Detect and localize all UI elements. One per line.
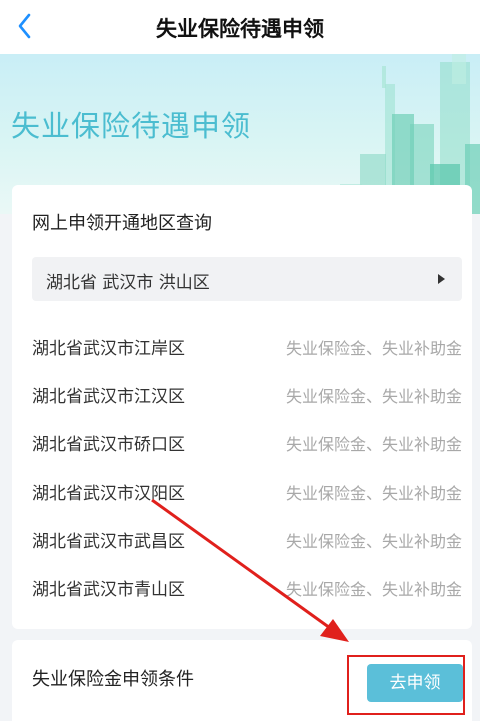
region-row: 湖北省武汉市汉阳区 失业保险金、失业补助金	[32, 475, 462, 505]
page-title: 失业保险待遇申领	[156, 17, 324, 41]
region-selector[interactable]: 湖北省 武汉市 洪山区	[32, 257, 462, 301]
region-name: 湖北省武汉市汉阳区	[32, 484, 185, 504]
apply-button[interactable]: 去申领	[367, 664, 463, 702]
region-query-card: 网上申领开通地区查询 湖北省 武汉市 洪山区 湖北省武汉市江岸区 失业保险金、失…	[12, 185, 472, 629]
benefit-type: 失业保险金、失业补助金	[285, 435, 462, 454]
region-row: 湖北省武汉市青山区 失业保险金、失业补助金	[32, 571, 462, 601]
banner-title: 失业保险待遇申领	[11, 109, 252, 143]
selected-region: 湖北省 武汉市 洪山区	[46, 273, 210, 293]
region-row: 湖北省武汉市江汉区 失业保险金、失业补助金	[32, 378, 462, 408]
top-nav-bar: 失业保险待遇申领	[0, 0, 480, 54]
apply-conditions-label: 失业保险金申领条件	[32, 669, 194, 690]
region-name: 湖北省武汉市青山区	[32, 580, 185, 600]
region-name: 湖北省武汉市硚口区	[32, 435, 185, 455]
benefit-type: 失业保险金、失业补助金	[285, 339, 462, 358]
region-row: 湖北省武汉市江岸区 失业保险金、失业补助金	[32, 330, 462, 360]
benefit-type: 失业保险金、失业补助金	[285, 532, 462, 551]
triangle-right-icon	[438, 274, 445, 284]
region-row: 湖北省武汉市武昌区 失业保险金、失业补助金	[32, 523, 462, 553]
highlight-box: 去申领	[347, 655, 465, 715]
region-name: 湖北省武汉市江岸区	[32, 339, 185, 359]
region-query-title: 网上申领开通地区查询	[32, 213, 212, 234]
benefit-type: 失业保险金、失业补助金	[285, 484, 462, 503]
region-row: 湖北省武汉市硚口区 失业保险金、失业补助金	[32, 426, 462, 456]
region-name: 湖北省武汉市武昌区	[32, 532, 185, 552]
benefit-type: 失业保险金、失业补助金	[285, 387, 462, 406]
benefit-type: 失业保险金、失业补助金	[285, 580, 462, 599]
apply-conditions-card: 失业保险金申领条件 去申领	[12, 640, 472, 721]
region-name: 湖北省武汉市江汉区	[32, 387, 185, 407]
